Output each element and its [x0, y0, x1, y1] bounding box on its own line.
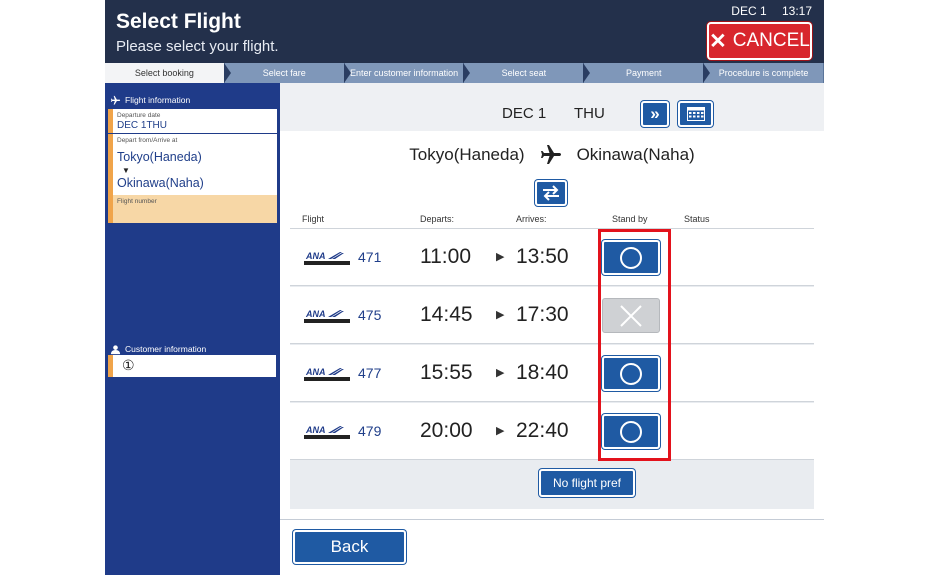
arrival-time: 13:50	[516, 245, 569, 268]
calendar-button[interactable]	[678, 101, 713, 127]
ana-logo: ANA	[304, 309, 350, 323]
flight-table: Flight Departs: Arrives: Stand by Status…	[290, 209, 814, 509]
flight-info-heading-label: Flight information	[125, 95, 191, 105]
circle-icon	[620, 246, 642, 269]
current-date: DEC 1	[731, 4, 767, 18]
route-box: Depart from/Arrive at Tokyo(Haneda) ▼ Ok…	[108, 134, 277, 195]
departure-time: 15:55	[420, 361, 473, 384]
clock: DEC 1 13:17	[719, 4, 812, 18]
depart-from-value: Tokyo(Haneda)	[117, 150, 202, 164]
next-day-button[interactable]: »	[641, 101, 669, 127]
arrow-right-icon: ▶	[496, 367, 505, 379]
departure-time: 14:45	[420, 303, 473, 326]
destination-city: Okinawa(Naha)	[576, 145, 695, 164]
standby-button[interactable]	[602, 356, 660, 391]
ana-logo: ANA	[304, 425, 350, 439]
col-arrives: Arrives:	[516, 214, 547, 224]
cancel-label: CANCEL	[732, 30, 810, 51]
double-chevron-right-icon: »	[650, 104, 660, 123]
step-select-fare: Select fare	[224, 63, 351, 83]
progress-steps: Select booking Select fare Enter custome…	[105, 63, 824, 83]
svg-text:ANA: ANA	[305, 251, 326, 261]
flight-number: 479	[358, 423, 382, 439]
date-bar: DEC 1 THU »	[280, 83, 824, 131]
arrow-right-icon: ▶	[496, 425, 505, 437]
person-icon	[110, 344, 121, 354]
x-mark-icon	[620, 304, 642, 327]
arrow-right-icon: ▶	[496, 251, 505, 263]
back-button[interactable]: Back	[293, 530, 406, 564]
customer-number: ①	[122, 357, 135, 373]
calendar-icon	[686, 107, 705, 121]
header: Select Flight Please select your flight.…	[105, 0, 824, 63]
step-select-seat: Select seat	[464, 63, 591, 83]
flight-row[interactable]: ANA 479 20:00 ▶ 22:40	[290, 403, 814, 460]
flight-row[interactable]: ANA 475 14:45 ▶ 17:30	[290, 287, 814, 344]
standby-button[interactable]	[602, 240, 660, 275]
customer-info-heading-label: Customer information	[125, 344, 207, 354]
sidebar: Flight information Departure date DEC 1T…	[105, 83, 280, 575]
origin-city: Tokyo(Haneda)	[409, 145, 525, 164]
circle-icon	[620, 362, 642, 385]
col-status: Status	[684, 214, 710, 224]
step-customer-info: Enter customer information	[344, 63, 471, 83]
svg-text:ANA: ANA	[305, 367, 326, 377]
flight-number-box: Flight number	[108, 195, 277, 223]
page-title: Select Flight	[116, 10, 241, 33]
arrow-down-icon: ▼	[122, 166, 130, 175]
arrival-time: 18:40	[516, 361, 569, 384]
swap-icon	[543, 185, 559, 201]
flight-number-label: Flight number	[117, 198, 157, 205]
flight-number: 477	[358, 365, 382, 381]
swap-route-button[interactable]	[535, 180, 567, 206]
arrival-time: 17:30	[516, 303, 569, 326]
ana-logo: ANA	[304, 251, 350, 265]
departure-date-box: Departure date DEC 1THU	[108, 109, 277, 133]
back-label: Back	[330, 537, 369, 556]
flight-number: 471	[358, 249, 382, 265]
step-payment: Payment	[584, 63, 710, 83]
airplane-icon	[110, 95, 121, 105]
svg-text:ANA: ANA	[305, 309, 326, 319]
airplane-icon	[540, 145, 561, 164]
selected-day: THU	[574, 105, 605, 122]
standby-button-disabled	[602, 298, 660, 333]
flight-row[interactable]: ANA 477 15:55 ▶ 18:40	[290, 345, 814, 402]
main-panel: DEC 1 THU » Tokyo(Haneda) Okinawa(Naha)	[280, 83, 824, 575]
departure-time: 20:00	[420, 419, 473, 442]
divider	[280, 519, 824, 520]
cancel-button[interactable]: ✕ CANCEL	[707, 22, 812, 60]
table-header: Flight Departs: Arrives: Stand by Status	[290, 209, 814, 229]
circle-icon	[620, 420, 642, 443]
close-icon: ✕	[709, 29, 727, 53]
standby-button[interactable]	[602, 414, 660, 449]
route-heading: Tokyo(Haneda) Okinawa(Naha)	[280, 131, 824, 179]
departure-time: 11:00	[420, 245, 471, 268]
arrive-at-value: Okinawa(Naha)	[117, 176, 204, 190]
flight-number: 475	[358, 307, 382, 323]
depart-arrive-label: Depart from/Arrive at	[117, 137, 178, 144]
selected-date: DEC 1	[502, 105, 547, 122]
no-flight-pref-label: No flight pref	[552, 476, 622, 490]
col-standby: Stand by	[612, 214, 648, 224]
no-flight-pref-button[interactable]: No flight pref	[539, 469, 635, 497]
customer-number-box: ①	[108, 355, 276, 377]
departure-date-label: Departure date	[117, 112, 161, 119]
col-departs: Departs:	[420, 214, 455, 224]
flight-row[interactable]: ANA 471 11:00 ▶ 13:50	[290, 229, 814, 286]
svg-text:ANA: ANA	[305, 425, 326, 435]
departure-date-value: DEC 1THU	[117, 120, 168, 131]
page-subtitle: Please select your flight.	[116, 38, 279, 55]
current-time: 13:17	[781, 4, 812, 18]
col-flight: Flight	[302, 214, 325, 224]
arrival-time: 22:40	[516, 419, 569, 442]
step-select-booking: Select booking	[105, 63, 231, 83]
ana-logo: ANA	[304, 367, 350, 381]
arrow-right-icon: ▶	[496, 309, 505, 321]
step-complete: Procedure is complete	[704, 63, 824, 83]
kiosk-screen: Select Flight Please select your flight.…	[105, 0, 824, 575]
flight-info-heading: Flight information	[105, 92, 280, 108]
